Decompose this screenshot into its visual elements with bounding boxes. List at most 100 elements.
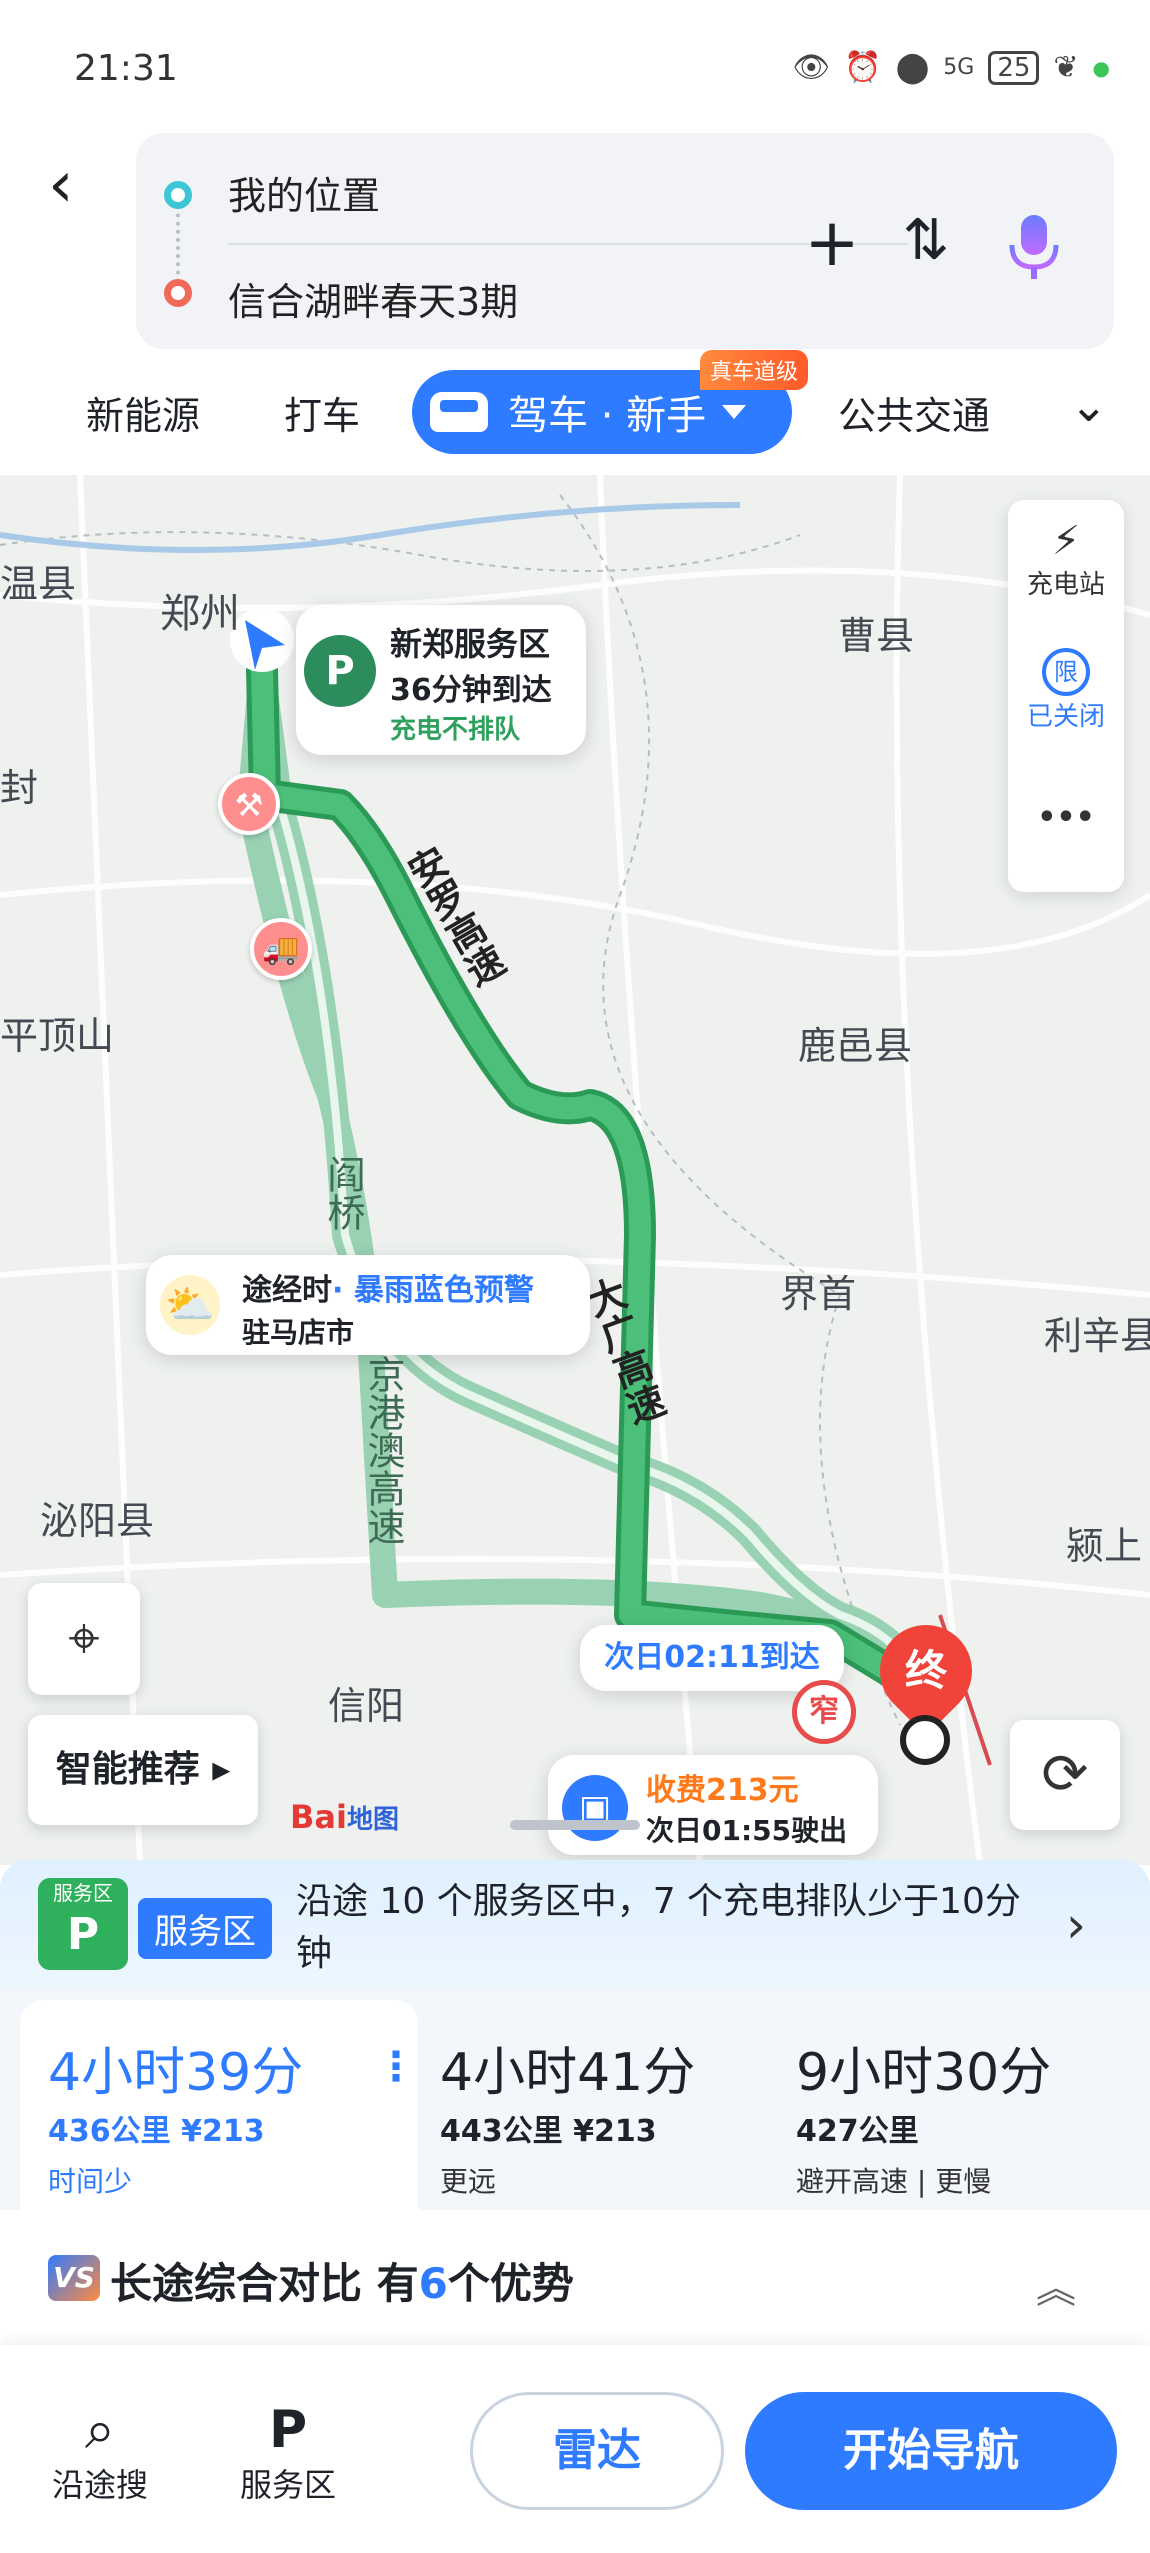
weather-alert: · 暴雨蓝色预警 [332, 1273, 534, 1308]
radar-button[interactable]: 雷达 [470, 2392, 724, 2510]
vs-icon: VS [48, 2255, 100, 2301]
stop-note: 充电不排队 [390, 715, 521, 745]
route-card-1[interactable]: 4小时39分 436公里 ¥213 时间少 ⋮ [20, 2000, 418, 2210]
tab-transit[interactable]: 公共交通 [838, 385, 990, 440]
city-label: 曹县 [838, 614, 915, 658]
baidu-map-logo: Bai地图 [290, 1798, 399, 1836]
stop-title: 新郑服务区 [390, 625, 551, 663]
map-view[interactable]: 温县 郑州 封 曹县 平顶山 鹿邑县 界首 利辛县 泌阳县 颍上 信阳 安罗高速… [0, 475, 1150, 1865]
parking-icon: P [304, 635, 376, 707]
search-icon: ⌕ [84, 2398, 116, 2461]
route-note: 避开高速 | 更慢 [796, 2165, 992, 2198]
route-distance: 436公里 ¥213 [48, 2114, 265, 2149]
status-icons: 👁 ⏰ ⬤ 5G 25 ❦ ● [792, 50, 1110, 85]
charge-label: 充电站 [1026, 570, 1105, 600]
chevron-right-icon[interactable]: › [1066, 1896, 1086, 1954]
start-navigation-button[interactable]: 开始导航 [745, 2392, 1117, 2510]
route-distance: 427公里 [796, 2114, 919, 2149]
along-search-button[interactable]: ⌕ 沿途搜 [40, 2400, 160, 2506]
city-label: 鹿邑县 [798, 1024, 913, 1068]
locate-icon[interactable]: ⌖ [28, 1583, 140, 1695]
refresh-icon[interactable]: ⟳ [1010, 1720, 1120, 1830]
eye-icon: 👁 [792, 50, 831, 85]
route-input-box: 我的位置 信合湖畔春天3期 + ⇅ [136, 133, 1114, 349]
service-area-text: 沿途 10 个服务区中，7 个充电排队少于10分钟 [296, 1881, 1021, 1974]
battery-icon: 25 [988, 50, 1040, 85]
city-label: 信阳 [328, 1684, 405, 1728]
construction-icon[interactable]: ⚒ [218, 773, 280, 835]
restriction-icon: 限 [1042, 648, 1090, 696]
service-stop-bubble[interactable]: P 新郑服务区 36分钟到达 充电不排队 [296, 605, 586, 755]
route-more-icon[interactable]: ⋮ [376, 2044, 416, 2090]
app-root: 21:31 👁 ⏰ ⬤ 5G 25 ❦ ● ‹ 我的位置 信合湖畔春天3期 + … [0, 0, 1150, 2553]
truck-icon[interactable]: 🚚 [250, 918, 312, 980]
chevron-down-icon[interactable]: ⌄ [1069, 378, 1108, 432]
parking-icon: P [268, 2400, 308, 2460]
swap-icon[interactable]: ⇅ [886, 201, 966, 281]
service-area-label: 服务区 [239, 2466, 336, 2504]
route-time: 4小时41分 [440, 2043, 696, 2103]
tab-new-energy[interactable]: 新能源 [86, 385, 200, 440]
route-note: 时间少 [48, 2165, 133, 2198]
city-label: 颍上 [1066, 1524, 1143, 1568]
map-side-panel: ⚡ 充电站 限 已关闭 ••• [1008, 500, 1124, 892]
weather-label: 途经时 [242, 1273, 332, 1308]
tab-taxi[interactable]: 打车 [284, 385, 360, 440]
toll-bubble[interactable]: ▣ 收费213元 次日01:55驶出 [548, 1755, 878, 1855]
location-icon: ⬤ [895, 50, 930, 85]
city-label: 封 [0, 766, 39, 810]
route-time: 9小时30分 [796, 2043, 1052, 2103]
city-label: 界首 [780, 1272, 857, 1316]
end-marker[interactable]: 终 [880, 1637, 972, 1698]
dropdown-icon [722, 405, 747, 419]
mic-icon[interactable] [1004, 213, 1064, 287]
route-note: 更远 [440, 2165, 497, 2198]
charging-station-button[interactable]: ⚡ 充电站 [1008, 518, 1124, 601]
end-point-icon [900, 1715, 950, 1765]
toll-exit: 次日01:55驶出 [646, 1814, 848, 1847]
weather-place: 驻马店市 [242, 1316, 355, 1349]
origin-field[interactable]: 我的位置 [228, 165, 380, 220]
service-area-icon: 服务区 P [38, 1878, 128, 1970]
restriction-button[interactable]: 限 已关闭 [1008, 648, 1124, 733]
city-label: 利辛县 [1044, 1314, 1150, 1358]
route-card-2[interactable]: 4小时41分 443公里 ¥213 更远 [440, 2000, 770, 2210]
weather-text: 途经时· 暴雨蓝色预警 [242, 1265, 534, 1309]
green-dot-icon: ● [1092, 55, 1110, 80]
service-area-button[interactable]: P 服务区 [228, 2400, 348, 2506]
stop-eta: 36分钟到达 [390, 673, 552, 708]
road-label-yanqiao: 阎桥 [321, 1155, 365, 1231]
route-distance: 443公里 ¥213 [440, 2114, 657, 2149]
chevron-up-icon[interactable]: ︽ [1036, 2256, 1076, 2314]
along-search-label: 沿途搜 [51, 2466, 148, 2504]
status-time: 21:31 [74, 48, 178, 89]
city-label: 平顶山 [0, 1014, 115, 1058]
weather-icon: ⛅ [160, 1275, 220, 1335]
lane-level-badge: 真车道级 [700, 350, 809, 390]
road-label-jinggangao: 京港澳高速 [361, 1355, 405, 1545]
drag-handle[interactable] [510, 1820, 640, 1830]
arrival-bubble[interactable]: 次日02:11到达 [580, 1625, 844, 1691]
service-area-badge: 服务区 [138, 1898, 272, 1959]
back-button[interactable]: ‹ [48, 150, 98, 220]
alarm-icon: ⏰ [844, 50, 882, 85]
city-label: 泌阳县 [40, 1499, 155, 1543]
route-card-3[interactable]: 9小时30分 427公里 避开高速 | 更慢 [796, 2000, 1126, 2210]
add-waypoint-icon[interactable]: + [792, 203, 872, 283]
signal-icon: 5G [943, 55, 975, 80]
tab-drive-label: 驾车 · 新手 [508, 393, 707, 439]
end-dot-icon [164, 279, 192, 307]
toll-fee: 收费213元 [646, 1773, 799, 1808]
charge-icon: ⚡ [1051, 518, 1081, 564]
toll-icon: ▣ [562, 1775, 628, 1841]
destination-field[interactable]: 信合湖畔春天3期 [228, 271, 518, 326]
city-label: 温县 [0, 562, 77, 606]
more-options-icon[interactable]: ••• [1008, 800, 1124, 835]
weather-alert-bubble[interactable]: ⛅ 途经时· 暴雨蓝色预警 驻马店市 [146, 1255, 590, 1355]
smart-recommend-button[interactable]: 智能推荐 ▸ [28, 1715, 258, 1825]
car-icon [430, 392, 488, 432]
compare-text: 长途综合对比 有6个优势 [110, 2259, 574, 2308]
route-time: 4小时39分 [48, 2043, 304, 2103]
start-dot-icon [164, 181, 192, 209]
narrow-road-icon[interactable]: 窄 [792, 1680, 856, 1744]
